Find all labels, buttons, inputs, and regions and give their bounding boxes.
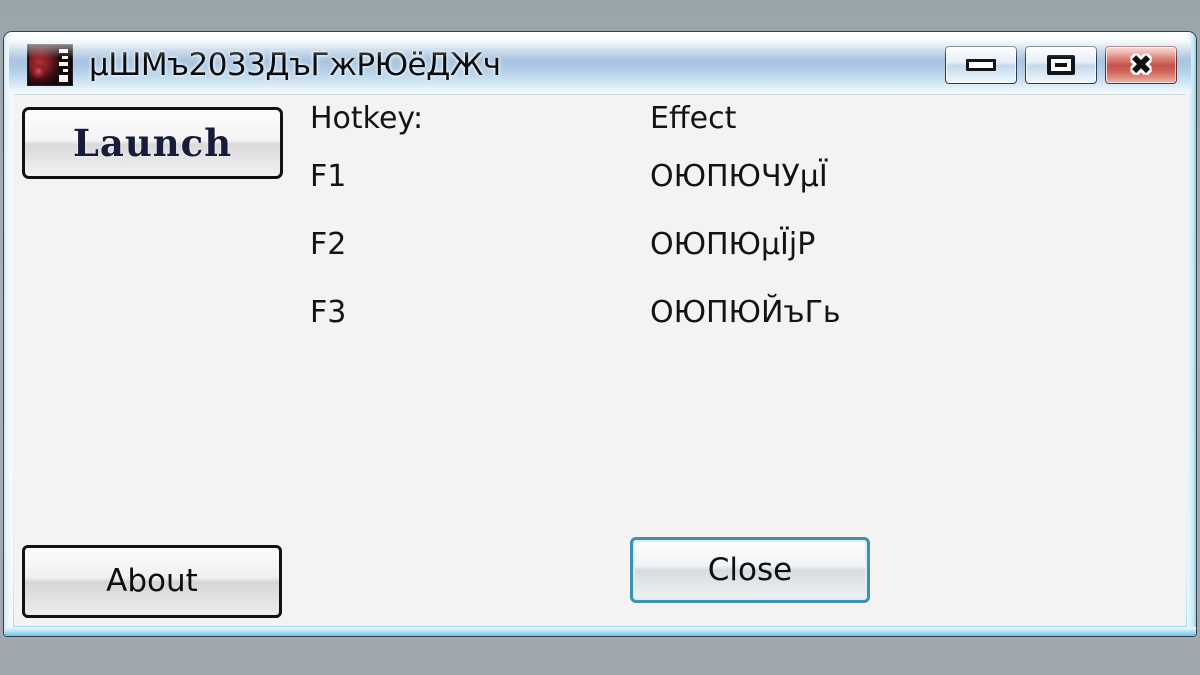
hotkey-column-header: Hotkey: — [310, 101, 424, 136]
minimize-icon — [966, 59, 996, 71]
close-icon: ✖ — [1129, 49, 1153, 81]
launch-button-label: Launch — [72, 120, 233, 165]
application-window: µШМъ2033ДъЃжРЮёДЖч ✖ Launch Hotkey: Effe… — [4, 32, 1196, 636]
effect-column-header: Effect — [650, 101, 737, 136]
window-frame-left-edge — [4, 32, 13, 636]
table-row: F1 ОЮПЮЧУµЇ — [310, 159, 1180, 227]
table-row: F3 ОЮПЮЙъГь — [310, 295, 1180, 363]
window-title: µШМъ2033ДъЃжРЮёДЖч — [89, 49, 501, 81]
app-icon-highlight — [32, 63, 45, 79]
about-button[interactable]: About — [22, 545, 282, 618]
launch-button[interactable]: Launch — [22, 107, 283, 179]
close-window-button[interactable]: ✖ — [1105, 46, 1177, 84]
window-frame-right-edge — [1187, 32, 1196, 636]
restore-icon — [1047, 55, 1075, 75]
maximize-button[interactable] — [1025, 46, 1097, 84]
close-button[interactable]: Close — [630, 537, 870, 603]
table-row: F2 ОЮПЮµЇјР — [310, 227, 1180, 295]
hotkey-cell: F3 — [310, 295, 347, 330]
title-bar[interactable]: µШМъ2033ДъЃжРЮёДЖч ✖ — [9, 36, 1191, 94]
window-frame-bottom-edge — [4, 627, 1196, 636]
effect-cell: ОЮПЮЙъГь — [650, 295, 841, 330]
effect-cell: ОЮПЮЧУµЇ — [650, 159, 828, 194]
hotkey-table: Hotkey: Effect F1 ОЮПЮЧУµЇ F2 ОЮПЮµЇјР F… — [310, 101, 1180, 363]
hotkey-cell: F2 — [310, 227, 347, 262]
app-icon[interactable] — [27, 44, 73, 86]
hotkey-cell: F1 — [310, 159, 347, 194]
minimize-button[interactable] — [945, 46, 1017, 84]
client-area: Launch Hotkey: Effect F1 ОЮПЮЧУµЇ F2 ОЮП… — [14, 94, 1186, 626]
hotkey-table-header: Hotkey: Effect — [310, 101, 1180, 159]
effect-cell: ОЮПЮµЇјР — [650, 227, 816, 262]
about-button-label: About — [106, 563, 198, 599]
window-controls: ✖ — [945, 46, 1177, 84]
app-icon-glyph-bars — [58, 48, 70, 84]
close-button-label: Close — [707, 551, 793, 588]
